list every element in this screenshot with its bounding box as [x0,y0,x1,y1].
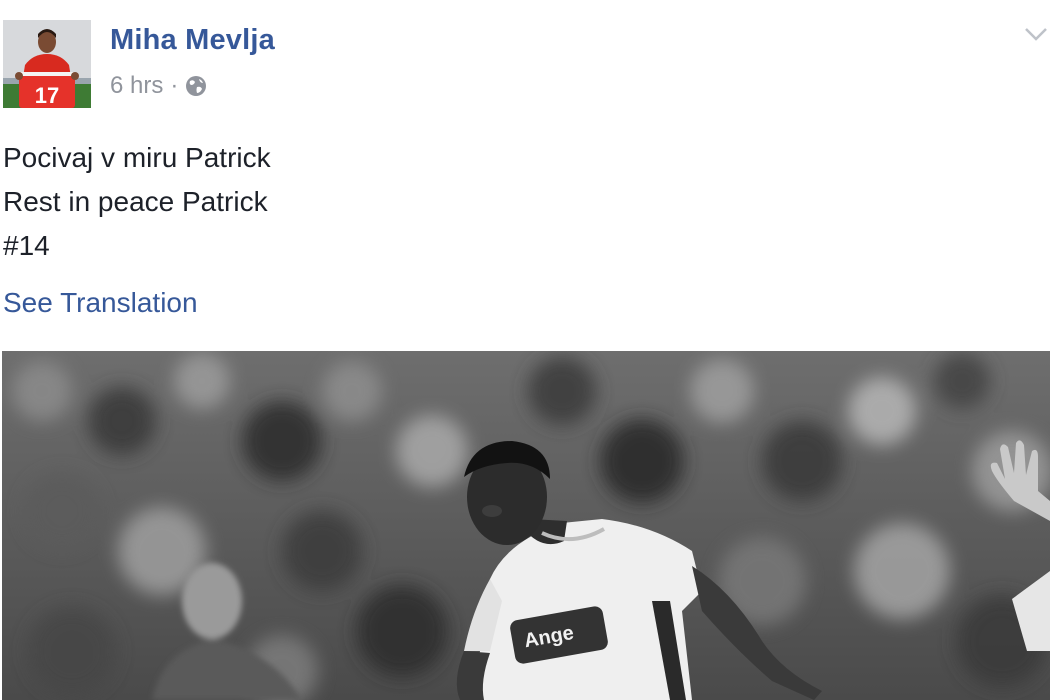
author-avatar[interactable]: 17 [3,20,91,108]
post-message: Pocivaj v miru Patrick Rest in peace Pat… [3,136,271,268]
player-photo: Ange [2,351,1050,700]
post-timestamp[interactable]: 6 hrs [110,72,163,100]
avatar-jersey-number: 17 [35,83,59,108]
message-line: Rest in peace Patrick [3,186,268,217]
post-meta: 6 hrs · [110,72,207,100]
message-line: #14 [3,230,50,261]
see-translation-link[interactable]: See Translation [3,287,198,319]
facebook-post: 17 Miha Mevlja 6 hrs · Pocivaj v miru Pa… [0,0,1050,700]
globe-icon[interactable] [185,75,207,97]
chevron-down-icon[interactable] [1022,24,1050,44]
post-photo[interactable]: Ange [2,351,1050,700]
author-name[interactable]: Miha Mevlja [110,24,275,57]
avatar-image: 17 [3,20,91,108]
message-line: Pocivaj v miru Patrick [3,142,271,173]
meta-separator: · [170,72,179,99]
